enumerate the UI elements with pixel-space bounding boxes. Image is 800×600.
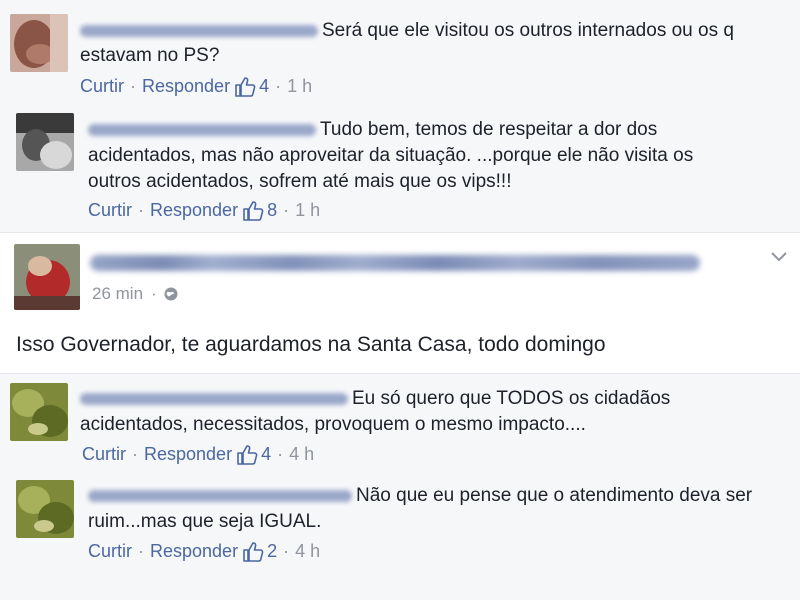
separator: · bbox=[132, 444, 138, 464]
like-count[interactable]: 8 bbox=[267, 200, 277, 221]
separator: · bbox=[130, 76, 136, 96]
timestamp[interactable]: 4 h bbox=[289, 444, 314, 465]
like-link[interactable]: Curtir bbox=[82, 444, 126, 465]
comment-actions: Curtir · Responder 2 · 4 h bbox=[88, 541, 320, 562]
separator: · bbox=[283, 541, 290, 561]
timestamp[interactable]: 1 h bbox=[295, 200, 320, 221]
comment-text: Tudo bem, temos de respeitar a dor dos bbox=[88, 117, 657, 142]
comment-text: Não que eu pense que o atendimento deva … bbox=[88, 483, 752, 508]
like-count[interactable]: 2 bbox=[267, 541, 277, 562]
comment-text-line: outros acidentados, sofrem até mais que … bbox=[88, 171, 512, 192]
globe-icon[interactable] bbox=[163, 286, 179, 302]
reply-link[interactable]: Responder bbox=[150, 541, 238, 562]
commenter-name[interactable] bbox=[88, 489, 352, 502]
post-meta: 26 min · bbox=[92, 284, 179, 304]
like-link[interactable]: Curtir bbox=[80, 76, 124, 97]
like-link[interactable]: Curtir bbox=[88, 200, 132, 221]
comment-text-line: estavam no PS? bbox=[80, 45, 220, 66]
avatar[interactable] bbox=[10, 383, 68, 441]
like-count[interactable]: 4 bbox=[261, 444, 271, 465]
comment-actions: Curtir · Responder 4 · 1 h bbox=[80, 76, 312, 97]
like-count[interactable]: 4 bbox=[259, 76, 269, 97]
like-link[interactable]: Curtir bbox=[88, 541, 132, 562]
separator: · bbox=[275, 76, 282, 96]
comment-text: Eu só quero que TODOS os cidadãos bbox=[80, 386, 670, 411]
commenter-name[interactable] bbox=[88, 123, 316, 136]
comment-actions: Curtir · Responder 8 · 1 h bbox=[88, 200, 320, 221]
thumbs-up-icon[interactable] bbox=[236, 444, 258, 465]
post-timestamp[interactable]: 26 min bbox=[92, 284, 143, 304]
separator: · bbox=[138, 200, 144, 220]
commenter-name[interactable] bbox=[80, 392, 348, 405]
reply-link[interactable]: Responder bbox=[144, 444, 232, 465]
avatar[interactable] bbox=[16, 113, 74, 171]
reply-link[interactable]: Responder bbox=[150, 200, 238, 221]
post-text: Isso Governador, te aguardamos na Santa … bbox=[16, 333, 606, 356]
commenter-name[interactable] bbox=[80, 24, 318, 37]
reply-link[interactable]: Responder bbox=[142, 76, 230, 97]
separator: · bbox=[277, 444, 284, 464]
comment-text: Será que ele visitou os outros internado… bbox=[80, 18, 734, 43]
comment-text-line: acidentados, necessitados, provoquem o m… bbox=[80, 414, 586, 435]
timestamp[interactable]: 1 h bbox=[287, 76, 312, 97]
avatar[interactable] bbox=[16, 480, 74, 538]
thumbs-up-icon[interactable] bbox=[242, 200, 264, 221]
post-author-name[interactable] bbox=[90, 255, 700, 271]
comment-text-line: acidentados, mas não aproveitar da situa… bbox=[88, 145, 694, 166]
separator: · bbox=[151, 284, 157, 303]
timestamp[interactable]: 4 h bbox=[295, 541, 320, 562]
separator: · bbox=[283, 200, 290, 220]
post-author-avatar[interactable] bbox=[14, 244, 80, 310]
thumbs-up-icon[interactable] bbox=[234, 76, 256, 97]
comment-text-line: ruim...mas que seja IGUAL. bbox=[88, 511, 322, 532]
chevron-down-icon[interactable] bbox=[770, 250, 788, 264]
separator: · bbox=[138, 541, 144, 561]
comment-actions: Curtir · Responder 4 · 4 h bbox=[82, 444, 314, 465]
avatar[interactable] bbox=[10, 14, 68, 72]
thumbs-up-icon[interactable] bbox=[242, 541, 264, 562]
